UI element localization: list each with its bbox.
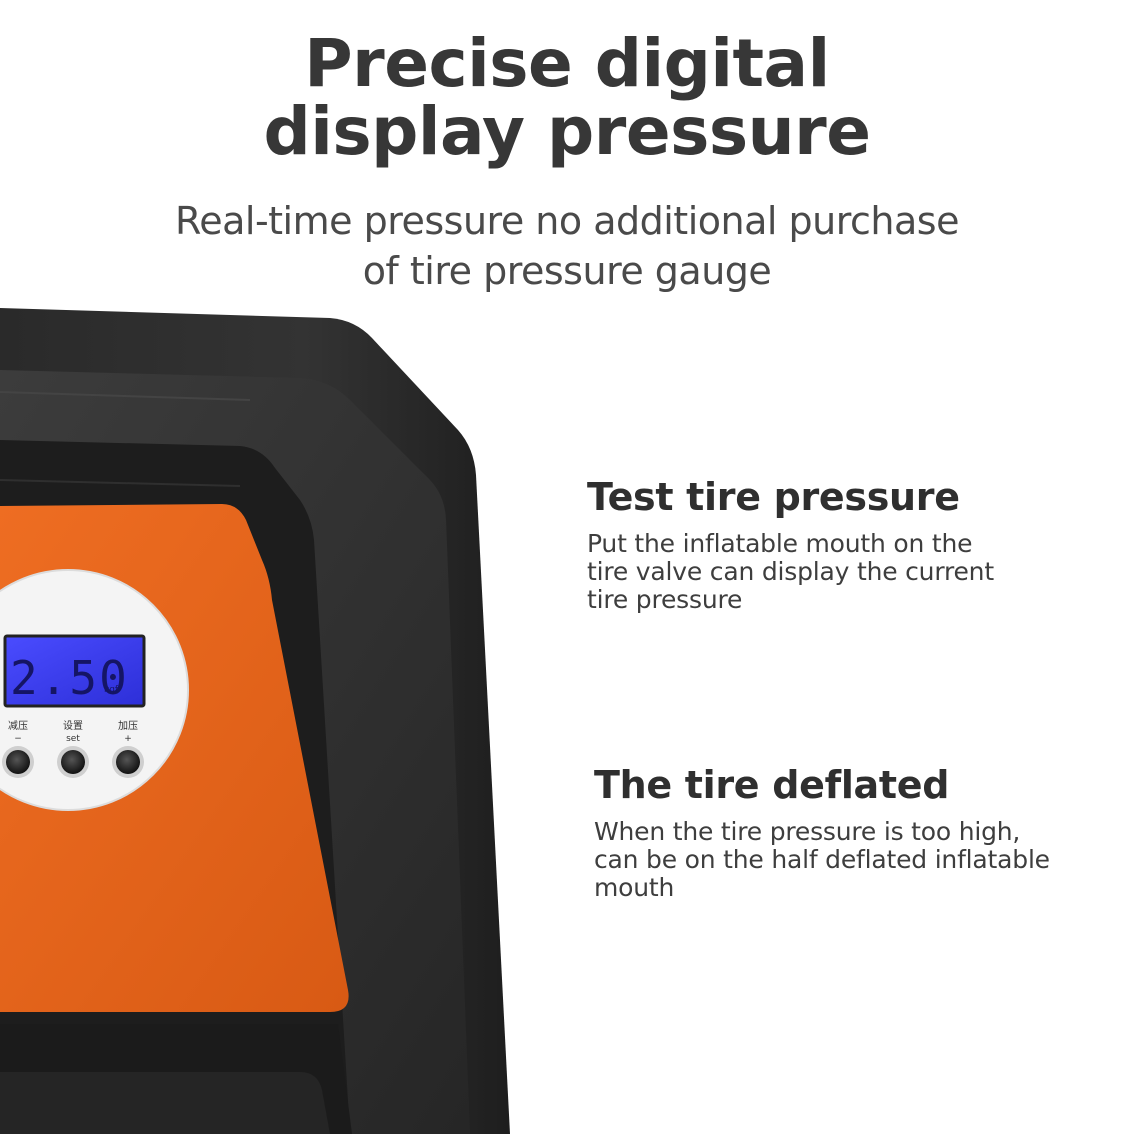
headline-line-2: display pressure: [263, 93, 871, 170]
button-label-increase-en: +: [124, 734, 132, 744]
headline: Precise digital display pressure: [0, 30, 1134, 166]
subheadline-line-1: Real-time pressure no additional purchas…: [175, 199, 959, 243]
tire-inflator-device: 2.50 kgf 减压 − 设置 set 加压 +: [0, 308, 510, 1134]
button-label-decrease-en: −: [14, 734, 22, 744]
decrease-button[interactable]: [2, 746, 34, 778]
button-label-decrease-cn: 减压: [8, 720, 28, 732]
feature-title: Test tire pressure: [587, 475, 960, 519]
button-label-set-cn: 设置: [63, 720, 83, 732]
increase-button[interactable]: [112, 746, 144, 778]
subheadline-line-2: of tire pressure gauge: [362, 249, 772, 293]
subheadline: Real-time pressure no additional purchas…: [0, 196, 1134, 296]
button-label-set-en: set: [66, 734, 80, 744]
headline-line-1: Precise digital: [304, 25, 830, 102]
feature-description: When the tire pressure is too high, can …: [594, 817, 1050, 902]
button-label-increase-cn: 加压: [118, 720, 138, 732]
feature-title: The tire deflated: [594, 763, 950, 807]
feature-tire-deflated: The tire deflated When the tire pressure…: [594, 762, 1114, 902]
lcd-unit: kgf: [104, 685, 119, 695]
feature-test-tire-pressure: Test tire pressure Put the inflatable mo…: [587, 474, 1107, 614]
lcd-reading: 2.50: [10, 651, 129, 705]
set-button[interactable]: [57, 746, 89, 778]
feature-description: Put the inflatable mouth on the tire val…: [587, 529, 994, 614]
